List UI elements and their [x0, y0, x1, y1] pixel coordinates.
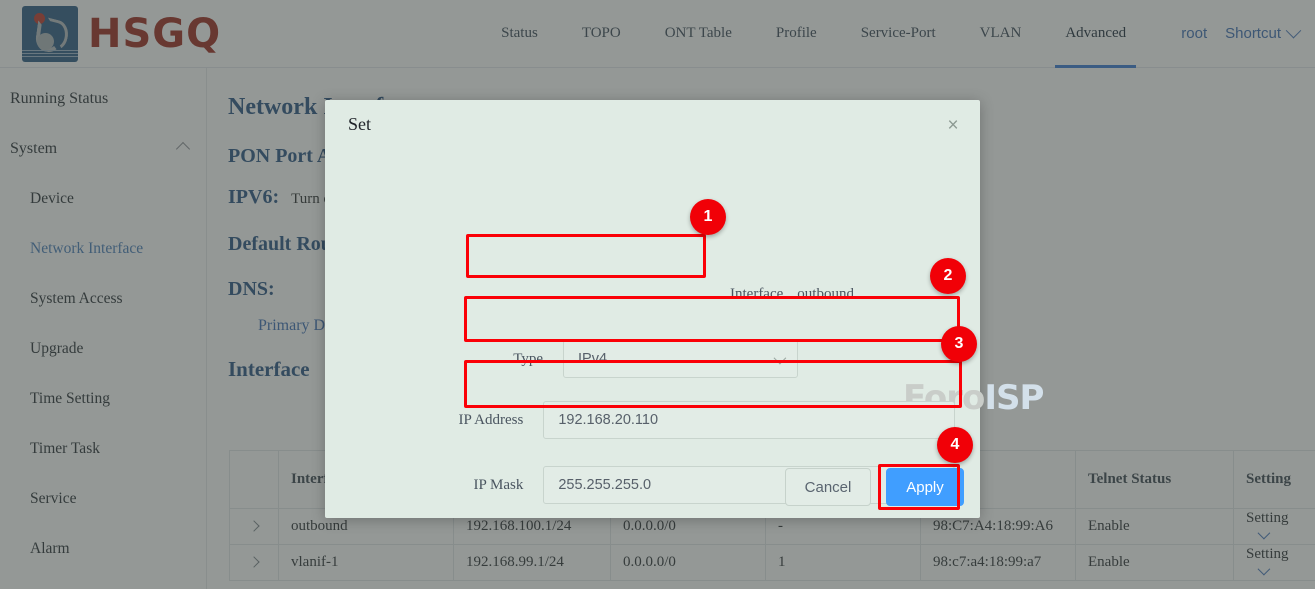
apply-button[interactable]: Apply	[886, 468, 964, 506]
interface-label: Interface	[730, 286, 783, 303]
type-select[interactable]: IPv4	[563, 340, 798, 378]
watermark-part-b: ISP	[984, 378, 1043, 418]
app-root: HSGQ Status TOPO ONT Table Profile Servi…	[0, 0, 1315, 589]
set-interface-dialog: Set × ForoISP Interface outbound Type IP…	[325, 100, 980, 518]
cancel-button[interactable]: Cancel	[785, 468, 871, 506]
annotation-badge-3: 3	[941, 326, 977, 362]
interface-readonly-row: Interface outbound	[730, 286, 854, 303]
annotation-badge-4: 4	[937, 427, 973, 463]
interface-value: outbound	[797, 286, 854, 303]
ip-mask-value: 255.255.255.0	[558, 477, 651, 493]
annotation-badge-1: 1	[690, 199, 726, 235]
type-form-row: Type IPv4	[425, 340, 955, 378]
close-icon[interactable]: ×	[943, 116, 963, 136]
ip-address-form-row: IP Address 192.168.20.110	[425, 401, 955, 439]
type-select-value: IPv4	[578, 351, 607, 367]
annotation-badge-2: 2	[930, 258, 966, 294]
ip-address-label: IP Address	[425, 412, 523, 429]
dialog-title: Set	[348, 114, 371, 135]
ip-mask-label: IP Mask	[425, 477, 523, 494]
ip-address-input[interactable]: 192.168.20.110	[543, 401, 955, 439]
chevron-down-icon	[774, 351, 787, 364]
ip-address-value: 192.168.20.110	[558, 412, 658, 428]
type-label: Type	[425, 351, 543, 368]
ip-mask-form-row: IP Mask 255.255.255.0	[425, 466, 955, 504]
